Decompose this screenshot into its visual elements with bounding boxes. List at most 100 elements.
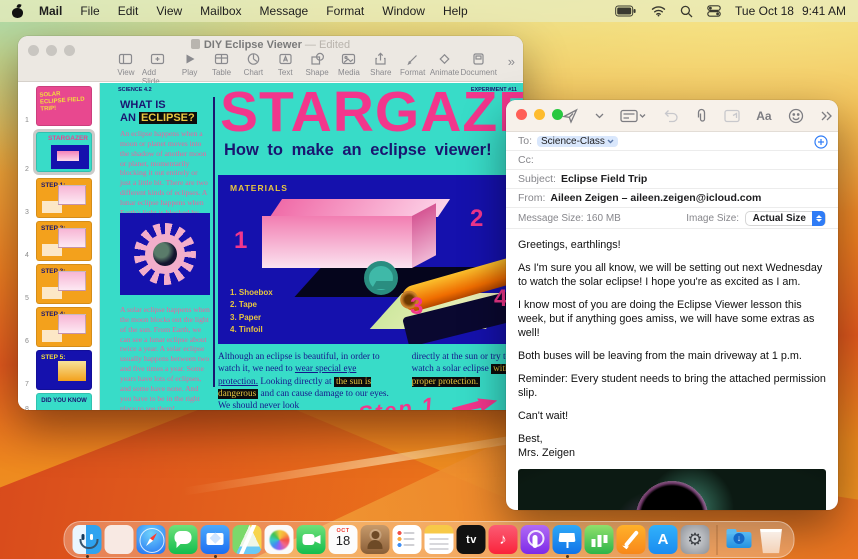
dock-music[interactable]: ♪ — [488, 525, 518, 554]
slide-thumb-1[interactable]: 1 SOLAR ECLIPSE FIELD TRIP! — [18, 86, 99, 126]
slide-thumb-4[interactable]: 4 STEP 2: — [18, 221, 99, 261]
apple-tv-icon: tv — [456, 525, 486, 554]
menu-view[interactable]: View — [156, 4, 182, 18]
slide-science-label: SCIENCE 4.2 — [118, 87, 152, 93]
slide-canvas[interactable]: SCIENCE 4.2 EXPERIMENT #11 WHAT IS AN EC… — [100, 83, 523, 410]
dock-tv[interactable]: tv — [456, 525, 486, 554]
keynote-titlebar[interactable]: DIY Eclipse Viewer — Edited View Add Sli… — [18, 36, 523, 86]
menu-clock[interactable]: Tue Oct 18 9:41 AM — [735, 4, 846, 18]
dock-launchpad[interactable] — [104, 525, 134, 554]
menu-format[interactable]: Format — [326, 4, 364, 18]
message-body[interactable]: Greetings, earthlings! As I'm sure you a… — [506, 229, 838, 460]
menu-file[interactable]: File — [80, 4, 99, 18]
material-number-2: 2 — [470, 205, 484, 232]
format-icon[interactable]: Aa — [756, 109, 771, 123]
dock-maps[interactable] — [232, 525, 262, 554]
dock-keynote[interactable] — [552, 525, 582, 558]
dock-numbers[interactable] — [584, 525, 614, 554]
undo-icon[interactable] — [663, 109, 679, 123]
keynote-chart-button[interactable]: Chart — [237, 52, 269, 86]
finder-icon — [72, 525, 102, 554]
dock-finder[interactable] — [72, 525, 102, 558]
keynote-text-button[interactable]: Text — [269, 52, 301, 86]
spotlight-icon[interactable] — [680, 5, 693, 18]
desktop: Mail File Edit View Mailbox Message Form… — [0, 0, 858, 559]
keynote-toolbar: View Add Slide Play Table Chart Text Sha… — [110, 52, 497, 86]
toolbar-overflow-icon[interactable] — [820, 111, 832, 121]
menu-mailbox[interactable]: Mailbox — [200, 4, 241, 18]
attach-icon[interactable] — [695, 108, 708, 124]
dock-messages[interactable] — [168, 525, 198, 554]
cc-field[interactable]: Cc: — [506, 151, 838, 170]
send-options-chevron-icon[interactable] — [595, 113, 604, 119]
mail-toolbar[interactable]: Aa — [506, 100, 838, 132]
dock-contacts[interactable] — [360, 525, 390, 554]
menu-message[interactable]: Message — [260, 4, 309, 18]
photos-icon — [264, 525, 294, 554]
slide-thumb-8[interactable]: 8 DID YOU KNOW — [18, 393, 99, 410]
keynote-view-button[interactable]: View — [110, 52, 142, 86]
keynote-share-button[interactable]: Share — [365, 52, 397, 86]
keynote-add-slide-button[interactable]: Add Slide — [142, 52, 174, 86]
facetime-icon — [296, 525, 326, 554]
dock-podcasts[interactable] — [520, 525, 550, 554]
dock-notes[interactable] — [424, 525, 454, 554]
dock-safari[interactable] — [136, 525, 166, 554]
slide-thumb-3[interactable]: 3 STEP 1: — [18, 178, 99, 218]
slide-thumb-6[interactable]: 6 STEP 4: — [18, 307, 99, 347]
recipient-token[interactable]: Science-Class — [537, 135, 618, 147]
keynote-format-button[interactable]: Format — [397, 52, 429, 86]
menu-bar: Mail File Edit View Mailbox Message Form… — [0, 0, 858, 22]
calendar-icon: OCT 18 — [328, 525, 358, 554]
dock-trash[interactable] — [757, 525, 786, 554]
control-center-icon[interactable] — [707, 5, 721, 17]
keynote-table-button[interactable]: Table — [206, 52, 238, 86]
dock-appstore[interactable] — [648, 525, 678, 554]
menu-help[interactable]: Help — [443, 4, 468, 18]
keynote-shape-button[interactable]: Shape — [301, 52, 333, 86]
keynote-document-button[interactable]: Document — [460, 52, 497, 86]
battery-icon[interactable] — [615, 5, 637, 17]
notes-icon — [424, 525, 454, 554]
materials-label: MATERIALS — [230, 183, 288, 193]
material-number-1: 1 — [234, 227, 248, 254]
to-field[interactable]: To: Science-Class — [506, 132, 838, 151]
keynote-media-button[interactable]: Media — [333, 52, 365, 86]
wifi-icon[interactable] — [651, 5, 666, 17]
insert-photo-icon[interactable] — [724, 109, 740, 123]
shoebox-side — [412, 203, 436, 268]
send-icon[interactable] — [562, 108, 579, 124]
music-icon: ♪ — [488, 525, 518, 554]
apple-menu-icon[interactable] — [12, 5, 23, 18]
subject-field[interactable]: Subject: Eclipse Field Trip — [506, 170, 838, 189]
image-size-select[interactable]: Actual Size — [744, 210, 826, 226]
dock-photos[interactable] — [264, 525, 294, 554]
running-indicator — [85, 555, 89, 558]
dock-facetime[interactable] — [296, 525, 326, 554]
subject-value: Eclipse Field Trip — [560, 173, 648, 185]
emoji-icon[interactable] — [788, 108, 804, 124]
slide-heading: WHAT IS AN ECLIPSE? — [120, 99, 197, 124]
slide-thumb-5[interactable]: 5 STEP 3: — [18, 264, 99, 304]
dock-mail[interactable] — [200, 525, 230, 558]
window-controls[interactable] — [516, 109, 563, 120]
dock-reminders[interactable] — [392, 525, 422, 554]
contacts-icon — [360, 525, 390, 554]
keynote-animate-button[interactable]: Animate — [429, 52, 461, 86]
slide-thumb-2-selected[interactable]: 2 STARGAZER — [18, 129, 99, 175]
dock-divider — [716, 524, 718, 555]
menu-window[interactable]: Window — [382, 4, 425, 18]
from-field[interactable]: From: Aileen Zeigen – aileen.zeigen@iclo… — [506, 189, 838, 208]
slide-thumb-7[interactable]: 7 STEP 5: — [18, 350, 99, 390]
keynote-toolbar-overflow[interactable]: » — [508, 54, 515, 69]
dock-settings[interactable] — [680, 525, 710, 554]
dock-calendar[interactable]: OCT 18 — [328, 525, 358, 554]
menu-edit[interactable]: Edit — [118, 4, 139, 18]
header-fields-icon[interactable] — [620, 109, 646, 123]
menu-app-name[interactable]: Mail — [39, 4, 62, 18]
eclipse-photo-attachment[interactable] — [518, 469, 826, 510]
dock-downloads[interactable] — [725, 525, 754, 554]
dock-pages[interactable] — [616, 525, 646, 554]
keynote-play-button[interactable]: Play — [174, 52, 206, 86]
add-recipient-icon[interactable] — [814, 135, 828, 152]
